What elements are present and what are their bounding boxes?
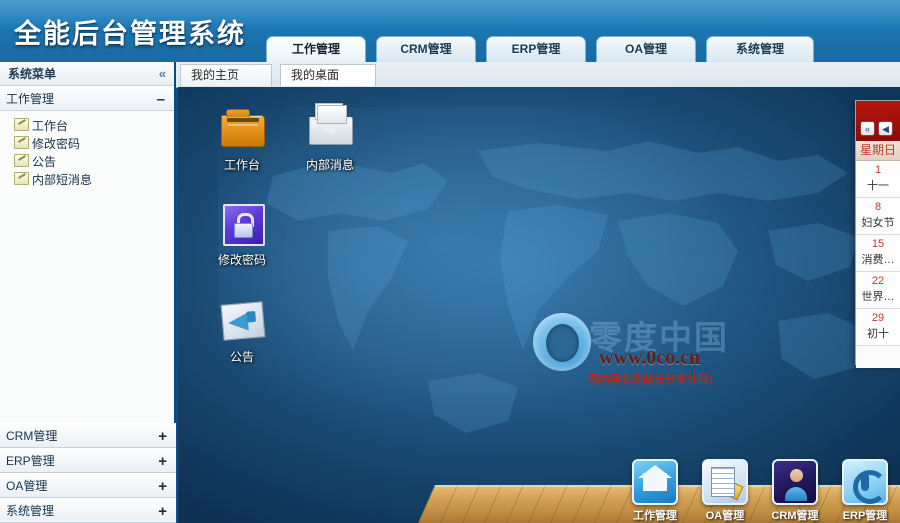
app-header: 全能后台管理系统 工作管理 CRM管理 ERP管理 OA管理 系统管理 (0, 0, 900, 62)
calendar-day-note: 初十 (867, 328, 889, 340)
megaphone-icon (219, 297, 266, 343)
sidebar-group-label: CRM管理 (6, 429, 58, 443)
calendar-day-note: 世界… (861, 291, 895, 303)
dock-item-label: CRM管理 (771, 510, 819, 522)
desktop-icon-internal-message[interactable]: 内部消息 (286, 105, 374, 174)
spreadsheet-icon (702, 459, 748, 505)
calendar-next-button[interactable]: ◀ (878, 121, 893, 136)
desktop-icon-label: 公告 (229, 350, 254, 364)
dock-item-label: OA管理 (705, 510, 745, 522)
dock-item-label: ERP管理 (842, 510, 888, 522)
folder-icon (14, 118, 29, 131)
calendar-cell[interactable]: 22 世界… (856, 272, 900, 309)
desktop-icon-label: 工作台 (223, 158, 260, 172)
calendar-cell[interactable]: 1 十一 (856, 161, 900, 198)
sidebar: 系统菜单 « 工作管理 – 工作台 修改密码 公告 内部短消息 CRM管理 + … (0, 62, 176, 523)
folder-icon (219, 105, 265, 151)
dock-item-crm-management[interactable]: CRM管理 (766, 459, 824, 523)
tab-crm-management[interactable]: CRM管理 (376, 36, 476, 62)
sidebar-item-label: 修改密码 (32, 137, 81, 151)
envelope-icon (307, 105, 353, 151)
sidebar-item-list: 工作台 修改密码 公告 内部短消息 (0, 111, 174, 189)
calendar-day-number: 22 (871, 275, 885, 287)
calendar-day-number: 8 (874, 201, 882, 213)
plus-icon[interactable]: + (158, 424, 167, 449)
padlock-icon (219, 200, 265, 246)
watermark-tagline: 国内著名的站长分享社区! (588, 374, 713, 386)
desktop-icon-label: 修改密码 (217, 253, 266, 267)
plus-icon[interactable]: + (158, 474, 167, 499)
sidebar-item-announcement[interactable]: 公告 (0, 153, 174, 171)
desktop-icon-announcement[interactable]: 公告 (198, 297, 286, 366)
calendar-day-of-week-header: 星期日 (856, 141, 900, 161)
sidebar-group-crm[interactable]: CRM管理 + (0, 423, 176, 448)
calendar-footer (856, 346, 900, 368)
watermark: 零度中国 www.0co.cn 国内著名的站长分享社区! (533, 309, 763, 387)
dock-item-work-management[interactable]: 工作管理 (626, 459, 684, 523)
folder-icon (14, 136, 29, 149)
brand-logo-icon (533, 313, 591, 371)
subtab-my-homepage[interactable]: 我的主页 (180, 64, 272, 86)
desktop-icon-change-password[interactable]: 修改密码 (198, 200, 286, 269)
folder-icon (14, 172, 29, 185)
dock-item-oa-management[interactable]: OA管理 (696, 459, 754, 523)
sidebar-item-label: 内部短消息 (32, 173, 93, 187)
dock-item-erp-management[interactable]: ERP管理 (836, 459, 894, 523)
calendar-panel: « ◀ 星期日 1 十一 8 妇女节 15 消费… 22 世界… 29 初十 (855, 100, 900, 368)
subtab-my-desktop[interactable]: 我的桌面 (280, 64, 376, 86)
sidebar-collapsed-groups: CRM管理 + ERP管理 + OA管理 + 系统管理 + (0, 423, 176, 523)
sidebar-group-work-management[interactable]: 工作管理 – (0, 86, 174, 111)
calendar-prev-button[interactable]: « (860, 121, 875, 136)
minus-icon[interactable]: – (157, 87, 165, 112)
gear-cycle-icon (842, 459, 888, 505)
home-icon (632, 459, 678, 505)
user-icon (772, 459, 818, 505)
sidebar-item-internal-message[interactable]: 内部短消息 (0, 171, 174, 189)
desktop-icon-workbench[interactable]: 工作台 (198, 105, 286, 174)
folder-icon (14, 154, 29, 167)
sidebar-group-label: OA管理 (6, 479, 48, 493)
calendar-day-note: 妇女节 (861, 217, 895, 229)
calendar-day-number: 1 (874, 164, 882, 176)
sidebar-group-oa[interactable]: OA管理 + (0, 473, 176, 498)
calendar-cell[interactable]: 29 初十 (856, 309, 900, 346)
admin-desktop-app: 全能后台管理系统 工作管理 CRM管理 ERP管理 OA管理 系统管理 我的主页… (0, 0, 900, 523)
tab-oa-management[interactable]: OA管理 (596, 36, 696, 62)
calendar-day-note: 消费… (861, 254, 895, 266)
main-tab-bar: 工作管理 CRM管理 ERP管理 OA管理 系统管理 (266, 36, 824, 62)
sidebar-group-label: 工作管理 (6, 92, 55, 106)
calendar-header: « ◀ (856, 101, 900, 141)
sidebar-item-label: 工作台 (32, 119, 69, 133)
desktop-icon-label: 内部消息 (305, 158, 354, 172)
sidebar-group-erp[interactable]: ERP管理 + (0, 448, 176, 473)
sidebar-group-label: 系统管理 (6, 504, 55, 518)
sidebar-header[interactable]: 系统菜单 « (0, 62, 174, 86)
sidebar-item-label: 公告 (32, 155, 57, 169)
calendar-cell[interactable]: 8 妇女节 (856, 198, 900, 235)
tab-system-management[interactable]: 系统管理 (706, 36, 814, 62)
desktop-area: 工作台 内部消息 修改密码 公告 零度中国 www.0co.cn 国内著名的站长… (178, 87, 900, 523)
watermark-url: www.0co.cn (599, 347, 701, 369)
calendar-cell[interactable]: 15 消费… (856, 235, 900, 272)
tab-work-management[interactable]: 工作管理 (266, 36, 366, 62)
sub-tab-bar: 我的主页 我的桌面 (176, 62, 900, 88)
sidebar-header-label: 系统菜单 (8, 67, 57, 81)
page-title: 全能后台管理系统 (14, 19, 246, 49)
calendar-day-number: 15 (871, 238, 885, 250)
calendar-day-number: 29 (871, 312, 885, 324)
plus-icon[interactable]: + (158, 449, 167, 474)
sidebar-group-system[interactable]: 系统管理 + (0, 498, 176, 523)
sidebar-group-label: ERP管理 (6, 454, 55, 468)
collapse-chevron-icon[interactable]: « (159, 62, 166, 86)
sidebar-item-change-password[interactable]: 修改密码 (0, 135, 174, 153)
dock-item-label: 工作管理 (633, 510, 677, 522)
sidebar-item-workbench[interactable]: 工作台 (0, 117, 174, 135)
plus-icon[interactable]: + (158, 499, 167, 523)
calendar-day-note: 十一 (867, 180, 889, 192)
tab-erp-management[interactable]: ERP管理 (486, 36, 586, 62)
